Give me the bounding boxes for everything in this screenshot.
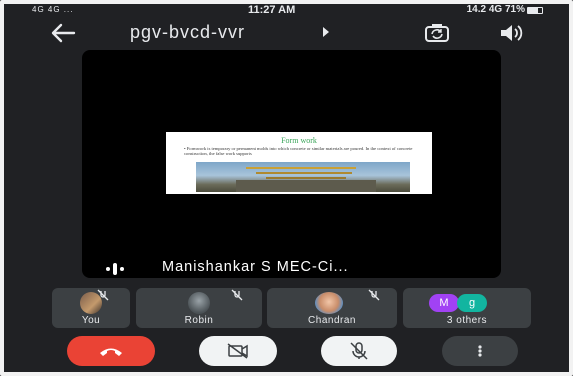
battery-icon <box>527 7 543 14</box>
scaffold-beam <box>256 172 352 174</box>
meeting-code[interactable]: pgv-bvcd-vvr <box>130 22 245 43</box>
camera-off-icon <box>227 343 248 359</box>
participant-tile-chandran[interactable]: Chandran <box>267 288 397 328</box>
avatar-chip-m: M <box>429 294 459 312</box>
status-bar: 4G 4G ... 11:27 AM 14.2 4G 71% <box>4 4 569 18</box>
participant-tile-you[interactable]: You <box>52 288 130 328</box>
speaker-icon <box>501 25 523 41</box>
participant-tile-robin[interactable]: Robin <box>136 288 262 328</box>
end-call-button[interactable] <box>67 336 155 366</box>
participant-name: Robin <box>184 315 214 326</box>
switch-camera-button[interactable] <box>424 22 450 44</box>
participant-name: 3 others <box>446 315 488 326</box>
presenter-name: Manishankar S MEC-Ci... <box>162 259 349 275</box>
battery-level <box>528 8 538 13</box>
participant-tile-others[interactable]: M g 3 others <box>403 288 531 328</box>
phone-hangup-icon <box>100 348 122 356</box>
mic-off-icon <box>97 289 109 301</box>
construction-photo <box>196 162 410 192</box>
caret-right-icon[interactable] <box>322 27 330 37</box>
mic-toggle-button[interactable] <box>321 336 397 366</box>
signal-indicator: 4G 4G ... <box>32 5 74 14</box>
scaffold-beam <box>266 177 346 179</box>
slide-text: • Formwork is temporary or permanent mol… <box>184 146 413 156</box>
arrow-left-icon <box>51 23 76 43</box>
avatar <box>315 292 343 314</box>
mic-off-icon <box>231 289 243 301</box>
network-battery-info: 14.2 4G 71% <box>466 4 525 15</box>
participant-name: You <box>81 315 101 326</box>
camera-flip-icon <box>425 24 449 42</box>
avatar-chip-g: g <box>457 294 487 312</box>
scaffold-beam <box>246 167 356 169</box>
participant-name: Chandran <box>308 315 356 326</box>
presentation-tile[interactable]: Form work • Formwork is temporary or per… <box>82 50 501 278</box>
more-options-button[interactable] <box>442 336 518 366</box>
shared-slide: Form work • Formwork is temporary or per… <box>166 132 432 194</box>
camera-toggle-button[interactable] <box>199 336 277 366</box>
slide-title: Form work <box>281 136 317 145</box>
avatar <box>188 292 210 314</box>
status-time: 11:27 AM <box>248 4 296 16</box>
audio-level-icon <box>106 263 124 275</box>
mic-off-icon <box>368 289 380 301</box>
more-vert-icon <box>478 345 482 357</box>
building-base <box>236 180 376 192</box>
meeting-app-bar: pgv-bvcd-vvr <box>4 18 569 48</box>
mic-off-icon <box>350 342 368 360</box>
speaker-button[interactable] <box>498 22 524 44</box>
back-button[interactable] <box>50 21 76 45</box>
